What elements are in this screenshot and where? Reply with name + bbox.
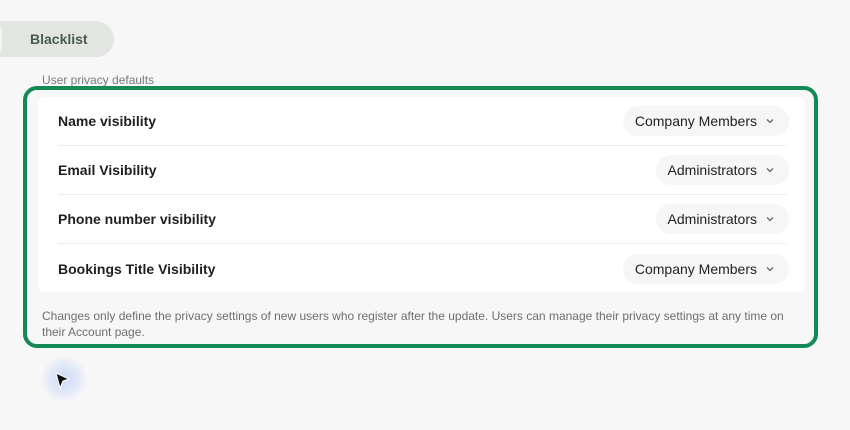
chevron-down-icon bbox=[765, 264, 775, 274]
setting-row-bookings-title-visibility: Bookings Title Visibility Company Member… bbox=[58, 244, 789, 293]
chevron-down-icon bbox=[765, 214, 775, 224]
bookings-title-visibility-select[interactable]: Company Members bbox=[622, 253, 789, 284]
privacy-settings-card: Name visibility Company Members Email Vi… bbox=[38, 97, 805, 292]
tab-left-segment[interactable] bbox=[0, 23, 2, 55]
email-visibility-select[interactable]: Administrators bbox=[655, 155, 789, 185]
setting-row-email-visibility: Email Visibility Administrators bbox=[58, 146, 789, 195]
tab-blacklist[interactable]: Blacklist bbox=[0, 21, 114, 57]
select-value: Administrators bbox=[667, 211, 757, 227]
select-value: Administrators bbox=[667, 162, 757, 178]
setting-row-name-visibility: Name visibility Company Members bbox=[58, 97, 789, 146]
setting-label: Name visibility bbox=[58, 113, 157, 129]
chevron-down-icon bbox=[765, 165, 775, 175]
tab-blacklist-label: Blacklist bbox=[30, 31, 88, 47]
chevron-down-icon bbox=[765, 116, 775, 126]
privacy-note: Changes only define the privacy settings… bbox=[42, 309, 784, 339]
select-value: Company Members bbox=[634, 260, 757, 277]
setting-label: Phone number visibility bbox=[58, 211, 216, 227]
phone-visibility-select[interactable]: Administrators bbox=[655, 204, 789, 234]
setting-label: Bookings Title Visibility bbox=[58, 260, 216, 277]
name-visibility-select[interactable]: Company Members bbox=[622, 106, 789, 136]
mouse-pointer-icon bbox=[40, 355, 88, 403]
setting-label: Email Visibility bbox=[58, 162, 157, 178]
select-value: Company Members bbox=[634, 113, 757, 129]
page: Blacklist User privacy defaults Name vis… bbox=[0, 0, 850, 430]
setting-row-phone-visibility: Phone number visibility Administrators bbox=[58, 195, 789, 244]
section-label: User privacy defaults bbox=[42, 73, 155, 87]
